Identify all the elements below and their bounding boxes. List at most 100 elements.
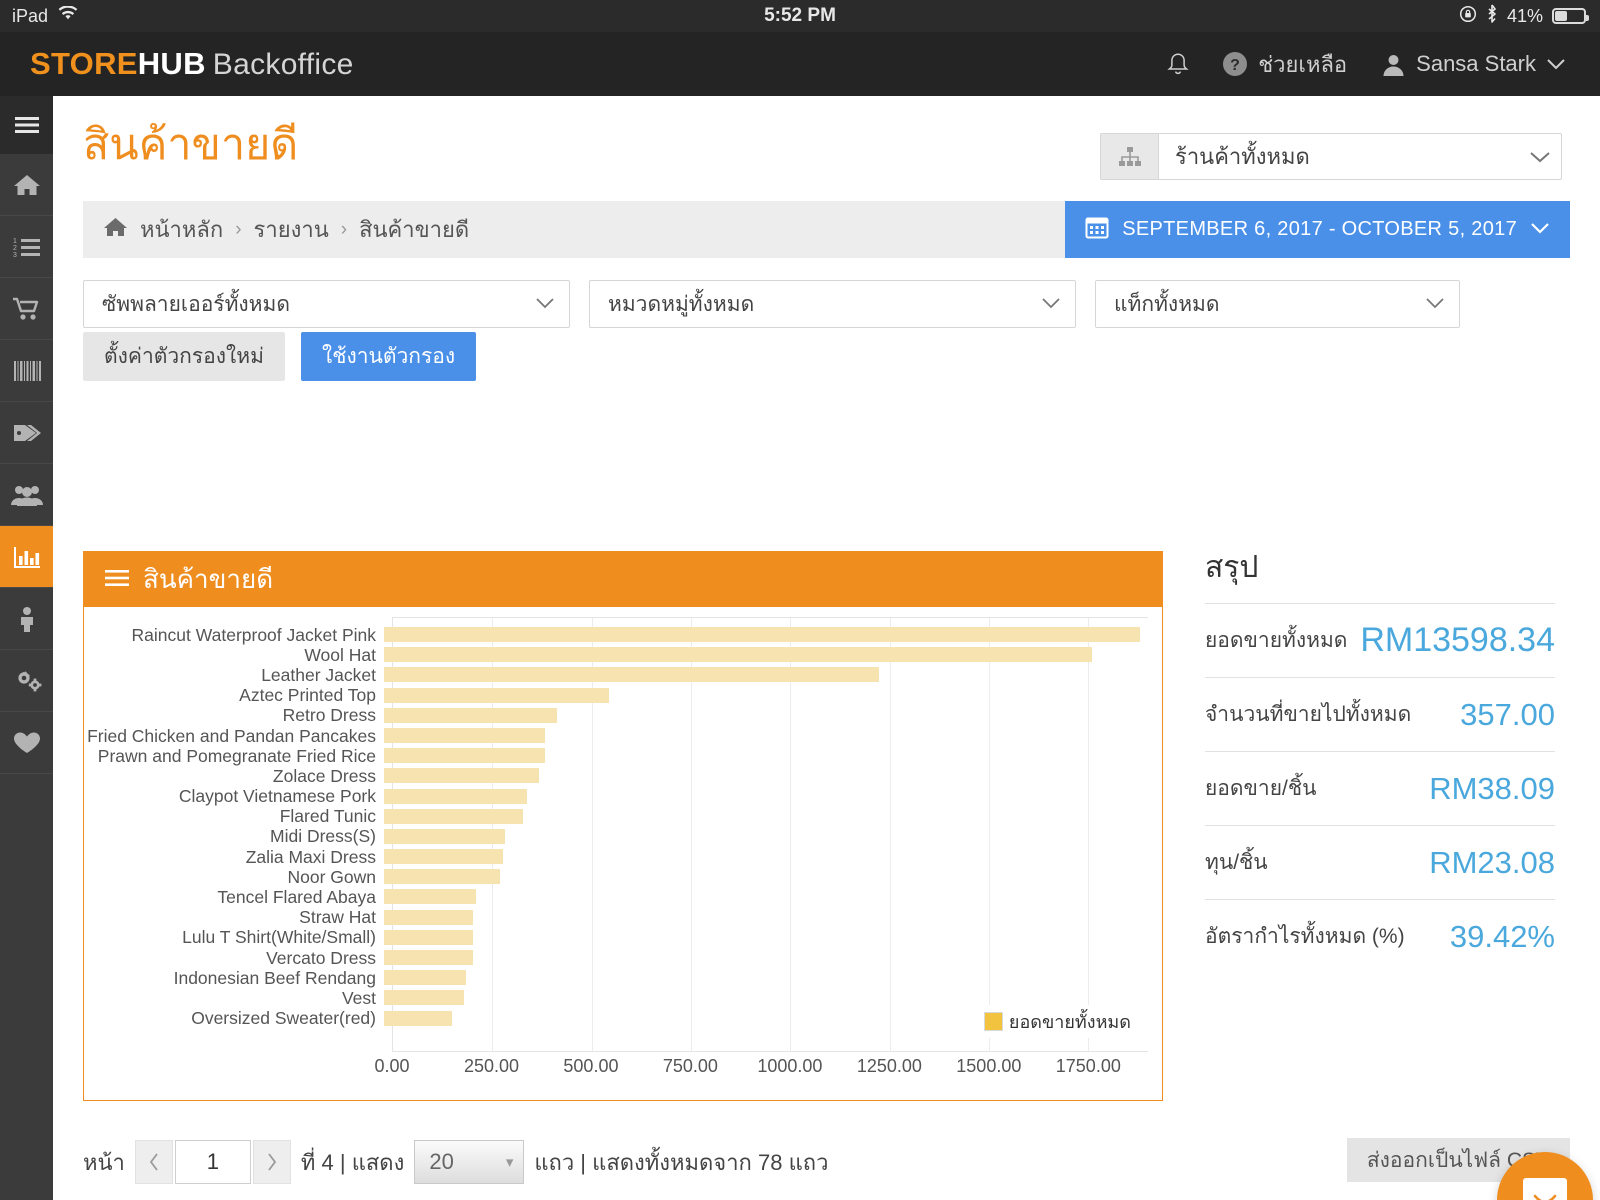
legend-swatch [983,1012,1003,1031]
reset-filter-button[interactable]: ตั้งค่าตัวกรองใหม่ [83,332,285,381]
page-label: หน้า [83,1149,125,1175]
chart-bar[interactable] [384,970,467,986]
heart-icon [12,730,42,756]
left-sidebar: 123 [0,96,53,1200]
svg-text:2: 2 [13,245,17,252]
wifi-icon [58,5,78,26]
sidebar-item-employees[interactable] [0,588,53,650]
chart-bar[interactable] [384,889,476,905]
summary-value: 357.00 [1460,696,1555,732]
rows-total-text: แถว | แสดงทั้งหมดจาก 78 แถว [534,1149,829,1175]
filter-bar: ซัพพลายเออร์ทั้งหมด หมวดหมู่ทั้งหมด แท็ก… [83,280,1570,381]
chart-bar-track [384,827,1148,847]
breadcrumb-item-home[interactable]: หน้าหลัก [140,212,223,247]
chart-bar-track [384,726,1148,746]
sidebar-item-orders[interactable]: 123 [0,216,53,278]
chart-bar[interactable] [384,707,557,723]
summary-value: 39.42% [1449,918,1555,954]
sidebar-item-menu-toggle[interactable] [0,96,53,154]
sidebar-item-customers[interactable] [0,464,53,526]
user-menu[interactable]: Sansa Stark [1381,51,1566,77]
chart-bar-track [384,645,1148,665]
chart-bar[interactable] [384,929,474,945]
store-selector[interactable]: ร้านค้าทั้งหมด [1100,133,1562,180]
chart-bar-track [384,686,1148,706]
summary-row: จำนวนที่ขายไปทั้งหมด 357.00 [1205,677,1555,751]
chart-bar[interactable] [384,990,464,1006]
chart-bar[interactable] [384,748,545,764]
chart-bar-label: Noor Gown [287,866,376,887]
category-filter-select[interactable]: หมวดหมู่ทั้งหมด [589,280,1076,328]
chart-bar[interactable] [384,950,474,965]
apply-filter-button[interactable]: ใช้งานตัวกรอง [300,332,477,381]
sidebar-item-settings[interactable] [0,650,53,712]
person-icon [15,606,39,632]
hamburger-icon[interactable] [104,564,130,595]
summary-value: RM38.09 [1429,770,1555,806]
sidebar-item-favorites[interactable] [0,712,53,774]
chart-bar[interactable] [384,828,505,844]
chart-bar[interactable] [384,869,500,885]
chart-bar[interactable] [384,808,523,824]
chart-bar[interactable] [384,849,503,865]
breadcrumb-row: หน้าหลัก › รายงาน › สินค้าขายดี SEPTEMBE… [83,201,1570,258]
chart-bar[interactable] [384,1010,452,1026]
chevron-down-icon [535,292,555,316]
rows-per-page-select[interactable]: 20 ▾ [414,1140,525,1184]
chart-bar-track [384,787,1148,807]
next-page-button[interactable] [252,1140,291,1184]
chart-bar-row: Raincut Waterproof Jacket Pink [84,625,1148,645]
main-content: สินค้าขายดี ร้านค้าทั้งหมด หน้าหลัก › รา… [53,96,1600,1200]
sidebar-item-sales[interactable] [0,278,53,340]
chart-bar-row: Lulu T Shirt(White/Small) [84,927,1148,948]
tag-filter-select[interactable]: แท็กทั้งหมด [1095,280,1460,328]
chart-bar-track [384,887,1148,907]
chart-bar[interactable] [384,788,527,804]
chart-bar-row: Retro Dress [84,705,1148,726]
chart-bar[interactable] [384,687,610,703]
chart-bar-row: Zalia Maxi Dress [84,847,1148,867]
summary-label: ทุน/ชิ้น [1205,851,1268,874]
chart-bar-row: Fried Chicken and Pandan Pancakes [84,726,1148,746]
summary-title: สรุป [1205,551,1259,584]
chart-bar-track [384,928,1148,948]
summary-row: ยอดขายทั้งหมด RM13598.34 [1205,603,1555,677]
chart-bar-label: Oversized Sweater(red) [191,1008,376,1029]
chart-bar[interactable] [384,727,545,743]
breadcrumb-separator: › [340,218,348,240]
brand-logo[interactable]: STOREHUB Backoffice [0,46,354,82]
chart-bar[interactable] [384,647,1092,663]
chart-x-tick: 250.00 [463,1056,519,1076]
page-title: สินค้าขายดี [83,121,299,169]
chart-bar-row: Flared Tunic [84,806,1148,827]
notifications-button[interactable] [1166,52,1189,76]
chart-bar[interactable] [384,909,474,925]
chevron-down-icon [1425,292,1445,316]
page-of-text: ที่ 4 | แสดง [300,1149,405,1175]
prev-page-button[interactable] [134,1140,173,1184]
sidebar-item-home[interactable] [0,154,53,216]
chart-x-tick: 1500.00 [956,1056,1022,1076]
chart-bar[interactable] [384,667,879,683]
chart-bar[interactable] [384,768,539,784]
chart-bar[interactable] [384,627,1140,642]
summary-rows: ยอดขายทั้งหมด RM13598.34 จำนวนที่ขายไปทั้ง… [1205,603,1555,973]
chart-bar-track [384,625,1148,645]
shopping-cart-icon [12,296,42,322]
breadcrumb-item-reports[interactable]: รายงาน [254,212,329,247]
chart-bar-row: Indonesian Beef Rendang [84,968,1148,988]
summary-panel: สรุป ยอดขายทั้งหมด RM13598.34 จำนวนที่ขายไ… [1205,544,1555,973]
chart-bar-row: Leather Jacket [84,665,1148,685]
sidebar-item-reports[interactable] [0,526,53,588]
sidebar-item-inventory[interactable] [0,340,53,402]
brand-store-text: STORE [30,46,138,81]
supplier-filter-select[interactable]: ซัพพลายเออร์ทั้งหมด [83,280,570,328]
sidebar-item-promotions[interactable] [0,402,53,464]
tags-icon [12,421,42,445]
page-number-input[interactable] [174,1140,251,1184]
user-avatar-icon [1381,52,1406,77]
home-icon [12,172,42,198]
date-range-picker[interactable]: SEPTEMBER 6, 2017 - OCTOBER 5, 2017 [1065,201,1570,258]
date-range-label: SEPTEMBER 6, 2017 - OCTOBER 5, 2017 [1122,218,1517,240]
help-button[interactable]: ? ช่วยเหลือ [1222,47,1347,82]
